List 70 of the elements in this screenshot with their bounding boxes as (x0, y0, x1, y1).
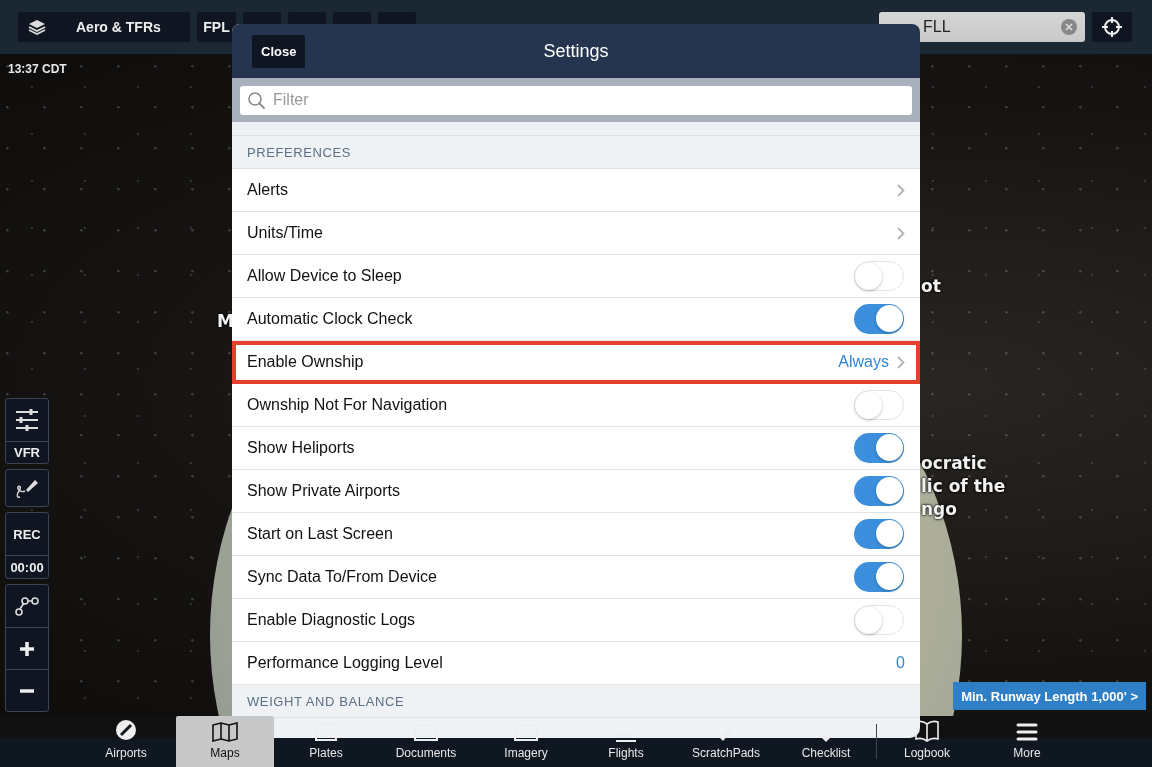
settings-row[interactable]: Show Heliports (232, 427, 920, 470)
row-label: Units/Time (247, 224, 324, 242)
minus-icon (20, 688, 34, 693)
toggle-switch[interactable] (854, 390, 904, 420)
settings-row[interactable]: Performance Logging Level 0 (232, 642, 920, 685)
row-label: Show Heliports (247, 439, 356, 457)
row-label: Alerts (247, 181, 289, 199)
menu-icon (1016, 722, 1038, 742)
chevron-icon (897, 183, 905, 197)
chevron-icon (897, 226, 905, 240)
row-label: Performance Logging Level (247, 654, 444, 672)
settings-row[interactable]: Sync Data To/From Device (232, 556, 920, 599)
tab-button[interactable]: More (977, 716, 1077, 767)
settings-row[interactable]: Units/Time (232, 212, 920, 255)
settings-row[interactable]: Ownship Not For Navigation (232, 384, 920, 427)
tab-button[interactable]: Airports (76, 716, 176, 767)
row-label: Automatic Clock Check (247, 310, 414, 328)
locate-button[interactable] (1092, 12, 1132, 42)
chevron-icon (897, 355, 905, 369)
settings-row[interactable]: Enable Ownship Always (232, 341, 920, 384)
row-label: Sync Data To/From Device (247, 568, 438, 586)
settings-row[interactable]: Show Private Airports (232, 470, 920, 513)
settings-row[interactable]: Alerts (232, 169, 920, 212)
toggle-switch[interactable] (854, 261, 904, 291)
settings-row[interactable]: Start on Last Screen (232, 513, 920, 556)
row-label: Allow Device to Sleep (247, 267, 403, 285)
section-header: WEIGHT AND BALANCE (232, 685, 920, 718)
record-timer: 00:00 (6, 555, 48, 578)
row-label: Enable Ownship (247, 353, 365, 371)
tab-button[interactable]: Documents (376, 716, 476, 767)
plus-icon (20, 641, 34, 656)
toggle-switch[interactable] (854, 433, 904, 463)
tab-button[interactable]: Maps (176, 716, 274, 767)
runway-length-button[interactable]: Min. Runway Length 1,000' > (953, 682, 1146, 710)
tab-button[interactable]: ScratchPads (676, 716, 776, 767)
filter-field[interactable]: Filter (240, 85, 912, 115)
tab-button[interactable]: Imagery (476, 716, 576, 767)
map-label: ot (921, 275, 941, 298)
settings-row[interactable]: Enable Diagnostic Logs (232, 599, 920, 642)
crosshair-icon (1102, 17, 1122, 37)
close-button[interactable]: Close (252, 34, 306, 68)
flight-plan-button[interactable]: FPL (197, 12, 236, 42)
no-entry-icon (114, 718, 138, 742)
toggle-switch[interactable] (854, 519, 904, 549)
settings-row[interactable]: Automatic Clock Check (232, 298, 920, 341)
tab-button[interactable]: Plates (276, 716, 376, 767)
clock-time: 13:37 CDT (8, 62, 67, 76)
toggle-switch[interactable] (854, 304, 904, 334)
row-value: 0 (896, 654, 905, 672)
settings-title: Settings (543, 40, 609, 62)
record-button[interactable]: REC (6, 513, 48, 555)
row-value: Always (838, 353, 889, 371)
toggle-switch[interactable] (854, 562, 904, 592)
row-label: Ownship Not For Navigation (247, 396, 449, 414)
toggle-switch[interactable] (854, 476, 904, 506)
map-icon (212, 722, 238, 742)
toggle-switch[interactable] (854, 605, 904, 635)
row-label: Show Private Airports (247, 482, 401, 500)
tab-button[interactable]: Flights (576, 716, 676, 767)
tab-button[interactable]: Checklist (776, 716, 876, 767)
tab-button[interactable]: Logbook (877, 716, 977, 767)
row-label: Enable Diagnostic Logs (247, 611, 417, 629)
route-icon (15, 596, 39, 616)
settings-row[interactable]: Allow Device to Sleep (232, 255, 920, 298)
clear-icon[interactable] (1061, 19, 1077, 35)
layers-icon (28, 19, 46, 35)
sliders-icon (15, 409, 39, 431)
map-label: M (217, 310, 234, 333)
layers-button[interactable]: Aero & TFRs (18, 12, 190, 42)
row-label: Start on Last Screen (247, 525, 394, 543)
